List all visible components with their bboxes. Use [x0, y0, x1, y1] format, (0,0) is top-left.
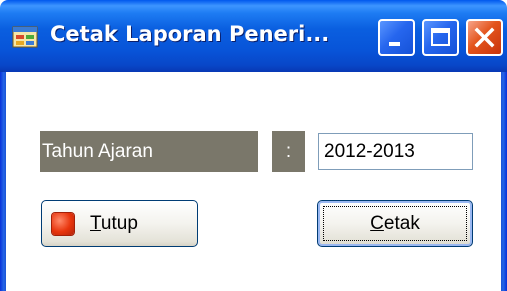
tutup-button-label: Tutup: [90, 213, 138, 235]
minimize-icon: [389, 42, 400, 46]
form-client-area: Tahun Ajaran : Tutup Cetak: [6, 72, 501, 291]
dialog-window: Cetak Laporan Peneri... Tahun Ajaran : T…: [0, 0, 507, 291]
colon-label: :: [272, 131, 305, 172]
cetak-button-label: Cetak: [318, 213, 472, 235]
title-bar[interactable]: Cetak Laporan Peneri...: [0, 0, 507, 72]
maximize-icon: [431, 28, 450, 46]
stop-icon: [52, 213, 74, 235]
cetak-label-rest: etak: [383, 213, 420, 234]
cetak-mnemonic: C: [370, 213, 384, 234]
tahun-ajaran-label: Tahun Ajaran: [40, 131, 258, 172]
cetak-button[interactable]: Cetak: [317, 200, 473, 247]
window-title: Cetak Laporan Peneri...: [50, 22, 330, 46]
window-frame-right: [501, 72, 507, 291]
minimize-button[interactable]: [378, 19, 415, 56]
tutup-button[interactable]: Tutup: [41, 200, 198, 247]
tutup-mnemonic: T: [90, 213, 101, 234]
report-form-icon: [12, 26, 38, 48]
close-button[interactable]: [466, 19, 503, 56]
close-icon: [474, 27, 495, 48]
maximize-button[interactable]: [422, 19, 459, 56]
tahun-ajaran-field[interactable]: [318, 133, 473, 170]
tutup-label-rest: utup: [100, 213, 138, 234]
